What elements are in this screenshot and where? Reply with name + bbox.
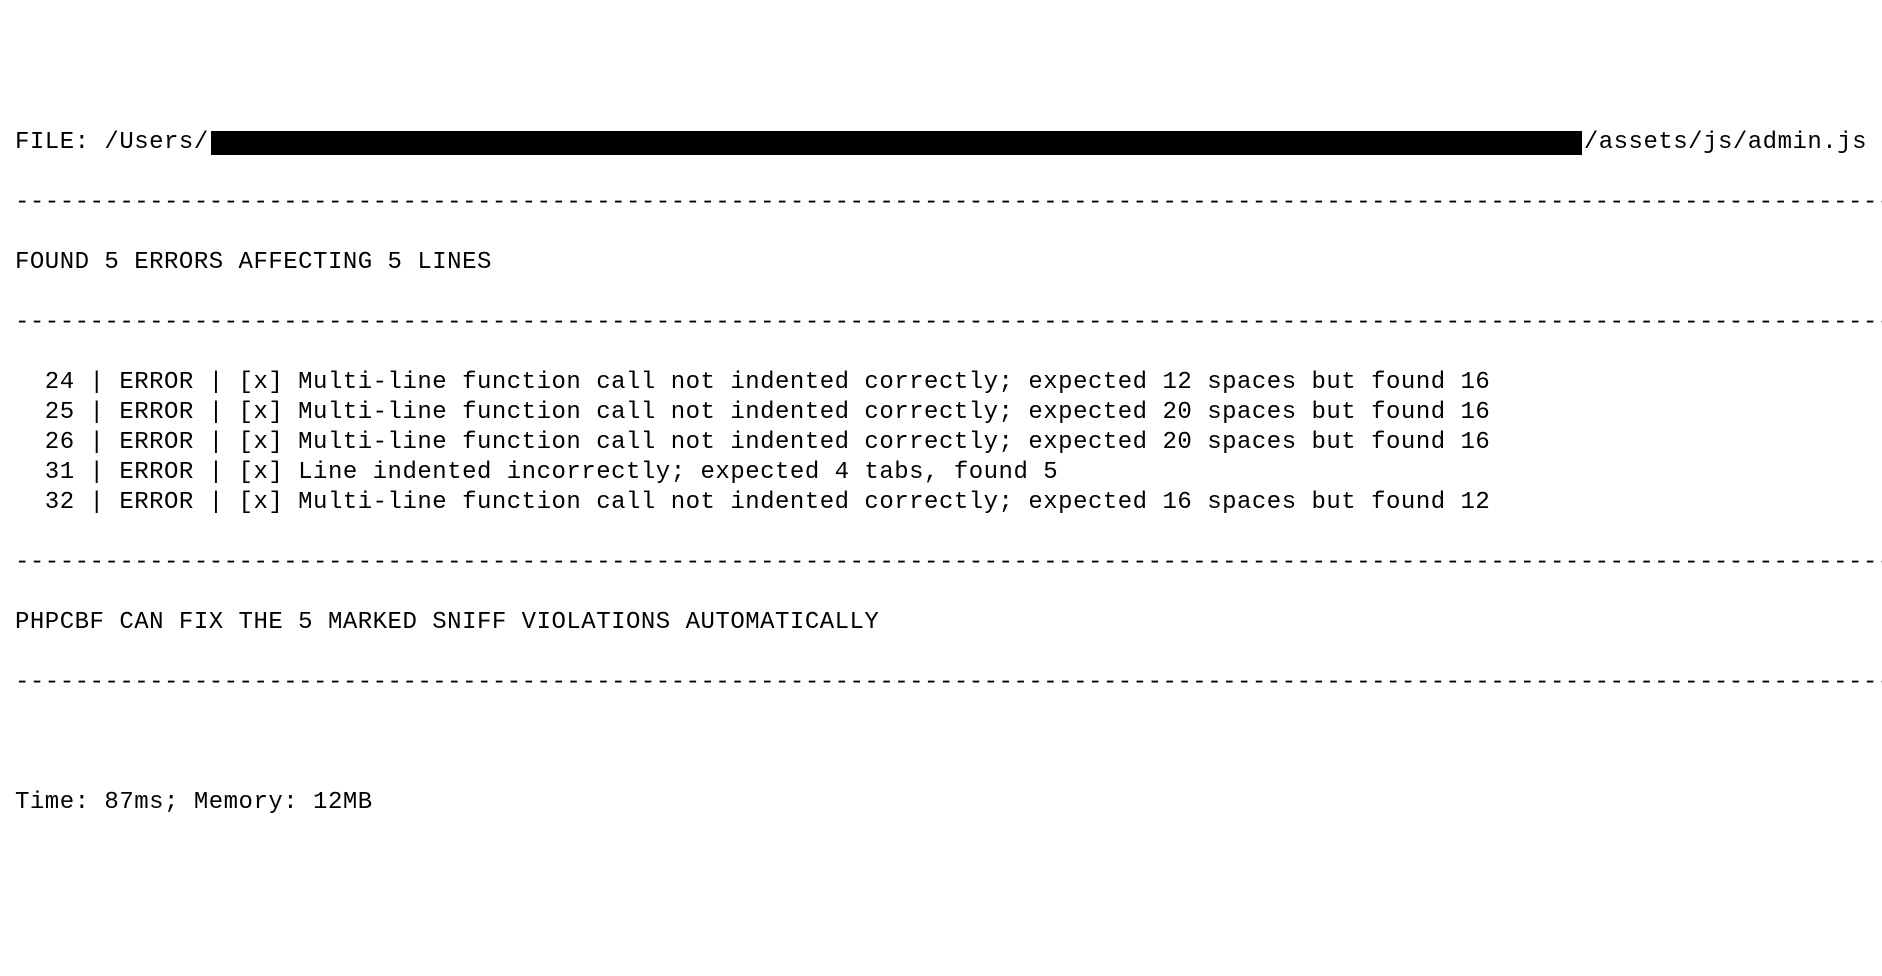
error-row: 32 | ERROR | [x] Multi-line function cal… [15,488,1867,518]
blank-line [15,728,1867,758]
error-row: 25 | ERROR | [x] Multi-line function cal… [15,398,1867,428]
error-row: 31 | ERROR | [x] Line indented incorrect… [15,458,1867,488]
file-prefix: FILE: /Users/ [15,128,209,158]
divider: ----------------------------------------… [15,668,1867,698]
summary-line: FOUND 5 ERRORS AFFECTING 5 LINES [15,248,1867,278]
redacted-path [211,131,1582,155]
error-row: 24 | ERROR | [x] Multi-line function cal… [15,368,1867,398]
divider: ----------------------------------------… [15,188,1867,218]
timing-line: Time: 87ms; Memory: 12MB [15,788,1867,818]
errors-container: 24 | ERROR | [x] Multi-line function cal… [15,368,1867,518]
file-line: FILE: /Users/ /assets/js/admin.js [15,128,1867,158]
divider: ----------------------------------------… [15,308,1867,338]
fix-message: PHPCBF CAN FIX THE 5 MARKED SNIFF VIOLAT… [15,608,1867,638]
error-row: 26 | ERROR | [x] Multi-line function cal… [15,428,1867,458]
file-suffix: /assets/js/admin.js [1584,128,1867,158]
divider: ----------------------------------------… [15,548,1867,578]
